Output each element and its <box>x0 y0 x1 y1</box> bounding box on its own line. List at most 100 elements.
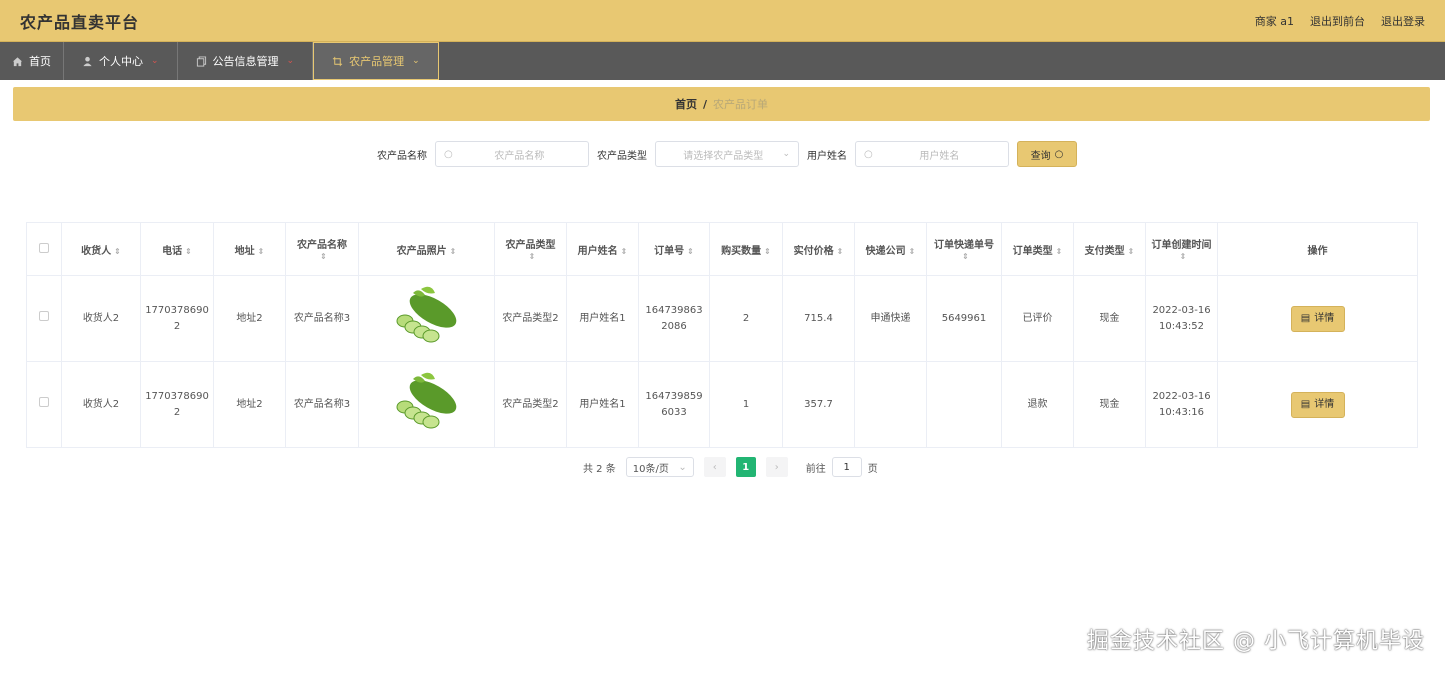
cell-actions: ▤ 详情 <box>1217 275 1418 362</box>
query-button[interactable]: 查询 ○ <box>1017 141 1077 167</box>
nav-item-personal[interactable]: 个人中心 ⌄ <box>64 42 178 80</box>
goto-label: 前往 <box>805 463 826 475</box>
cell-photo <box>358 275 495 362</box>
chevron-down-icon: ⌄ <box>782 149 790 159</box>
cell-receiver: 收货人2 <box>61 361 141 448</box>
column-header[interactable]: 农产品类型 ⇕ <box>494 222 567 276</box>
column-header[interactable]: 支付类型 ⇕ <box>1073 222 1146 276</box>
column-header[interactable]: 农产品照片 ⇕ <box>358 222 495 276</box>
breadcrumb: 首页 / 农产品订单 <box>13 87 1430 121</box>
file-icon: ▤ <box>1300 312 1311 324</box>
cell-product-type: 农产品类型2 <box>494 275 567 362</box>
table-row: 收货人2 17703786902 地址2 农产品名称3 农产品类型2 用户姓名1… <box>26 275 1418 362</box>
page-unit-label: 页 <box>867 463 878 475</box>
detail-button[interactable]: ▤ 详情 <box>1290 391 1345 418</box>
goto-front-link[interactable]: 退出到前台 <box>1310 13 1365 29</box>
cell-product-name: 农产品名称3 <box>285 361 359 448</box>
row-checkbox[interactable] <box>26 361 62 448</box>
column-header: 操作 <box>1217 222 1418 276</box>
breadcrumb-separator: / <box>702 97 708 111</box>
watermark: 掘金技术社区 @ 小飞计算机毕设 <box>1087 629 1425 654</box>
column-header[interactable]: 订单快递单号 ⇕ <box>926 222 1002 276</box>
cell-actions: ▤ 详情 <box>1217 361 1418 448</box>
header-actions: 商家 a1 退出到前台 退出登录 <box>1255 13 1425 29</box>
column-header[interactable]: 订单类型 ⇕ <box>1001 222 1074 276</box>
nav-label: 公告信息管理 <box>212 55 279 68</box>
cell-order-no: 1647398632086 <box>638 275 710 362</box>
product-name-input[interactable]: ○ 农产品名称 <box>435 141 589 167</box>
prev-page-button[interactable]: ‹ <box>703 457 726 477</box>
next-page-button[interactable]: › <box>765 457 788 477</box>
cell-address: 地址2 <box>213 361 286 448</box>
chevron-down-icon: ⌄ <box>151 56 159 66</box>
page-size-value: 10条/页 <box>632 463 669 475</box>
column-header[interactable]: 农产品名称 ⇕ <box>285 222 359 276</box>
cell-order-no: 1647398596033 <box>638 361 710 448</box>
product-type-label: 农产品类型 <box>597 150 647 162</box>
column-header[interactable]: 电话 ⇕ <box>140 222 214 276</box>
cell-user: 用户姓名1 <box>566 275 639 362</box>
search-icon: ○ <box>444 148 453 160</box>
product-type-select[interactable]: 请选择农产品类型 ⌄ <box>655 141 799 167</box>
nav-label: 农产品管理 <box>349 55 405 68</box>
cell-phone: 17703786902 <box>140 275 214 362</box>
crop-icon <box>333 56 343 66</box>
nav-item-product[interactable]: 农产品管理 ⌄ <box>313 42 439 80</box>
detail-button[interactable]: ▤ 详情 <box>1290 305 1345 332</box>
user-name-label: 用户姓名 <box>807 150 847 162</box>
table-header-row: 收货人 ⇕ 电话 ⇕ 地址 ⇕ 农产品名称 ⇕ 农产品照片 ⇕ 农产品类型 ⇕ 用户姓名 ⇕ … <box>26 222 1418 276</box>
column-header[interactable]: 购买数量 ⇕ <box>709 222 783 276</box>
merchant-user-label: 商家 a1 <box>1254 14 1294 28</box>
cell-order-type: 已评价 <box>1001 275 1074 362</box>
nav-label: 个人中心 <box>99 55 143 68</box>
content-panel: 农产品名称 ○ 农产品名称 农产品类型 请选择农产品类型 ⌄ 用户姓名 ○ 用户… <box>13 128 1430 490</box>
cell-receiver: 收货人2 <box>61 275 141 362</box>
logout-link[interactable]: 退出登录 <box>1381 13 1425 29</box>
chevron-down-icon: ⌄ <box>286 56 295 66</box>
order-table: 收货人 ⇕ 电话 ⇕ 地址 ⇕ 农产品名称 ⇕ 农产品照片 ⇕ 农产品类型 ⇕ 用户姓名 ⇕ … <box>26 222 1418 448</box>
nav-item-notice[interactable]: 公告信息管理 ⌄ <box>178 42 314 80</box>
cell-photo <box>358 361 495 448</box>
page-size-select[interactable]: 10条/页 ⌄ <box>625 457 694 477</box>
column-header[interactable]: 收货人 ⇕ <box>61 222 141 276</box>
cucumber-image <box>396 372 456 428</box>
cell-pay-type: 现金 <box>1073 361 1146 448</box>
cell-created: 2022-03-16 10:43:52 <box>1145 275 1218 362</box>
nav-item-home[interactable]: 首页 <box>0 42 64 80</box>
cucumber-image <box>396 286 456 342</box>
cell-courier <box>854 361 927 448</box>
column-header[interactable]: 快递公司 ⇕ <box>854 222 927 276</box>
column-header[interactable]: 地址 ⇕ <box>213 222 286 276</box>
page-number-current[interactable]: 1 <box>735 457 756 477</box>
pagination: 共 2 条 10条/页 ⌄ ‹ 1 › 前往 1 页 <box>583 457 878 477</box>
chevron-down-icon: ⌄ <box>678 461 687 473</box>
table-row: 收货人2 17703786902 地址2 农产品名称3 农产品类型2 用户姓名1… <box>26 361 1418 448</box>
query-button-label: 查询 <box>1030 150 1051 162</box>
cell-created: 2022-03-16 10:43:16 <box>1145 361 1218 448</box>
cell-pay-type: 现金 <box>1073 275 1146 362</box>
column-header[interactable]: 订单创建时间 ⇕ <box>1145 222 1218 276</box>
row-checkbox[interactable] <box>26 275 62 362</box>
cell-user: 用户姓名1 <box>566 361 639 448</box>
app-title: 农产品直卖平台 <box>20 12 140 32</box>
column-header[interactable]: 实付价格 ⇕ <box>782 222 855 276</box>
cell-tracking: 5649961 <box>926 275 1002 362</box>
user-icon <box>83 56 92 66</box>
cell-tracking <box>926 361 1002 448</box>
select-all-checkbox[interactable] <box>26 222 62 276</box>
cell-price: 715.4 <box>782 275 855 362</box>
file-icon: ▤ <box>1300 398 1311 410</box>
goto-page: 前往 1 页 <box>806 457 878 477</box>
home-icon <box>12 56 23 66</box>
goto-page-input[interactable]: 1 <box>831 457 862 477</box>
breadcrumb-home[interactable]: 首页 <box>675 96 697 112</box>
total-count: 共 2 条 <box>583 463 616 475</box>
search-icon: ○ <box>864 148 873 160</box>
user-name-input[interactable]: ○ 用户姓名 <box>855 141 1009 167</box>
column-header[interactable]: 用户姓名 ⇕ <box>566 222 639 276</box>
main-nav: 首页 个人中心 ⌄ 公告信息管理 ⌄ 农产品管理 ⌄ <box>0 42 1445 80</box>
chevron-down-icon: ⌄ <box>412 56 420 66</box>
cell-qty: 2 <box>709 275 783 362</box>
column-header[interactable]: 订单号 ⇕ <box>638 222 710 276</box>
product-name-label: 农产品名称 <box>377 150 427 162</box>
